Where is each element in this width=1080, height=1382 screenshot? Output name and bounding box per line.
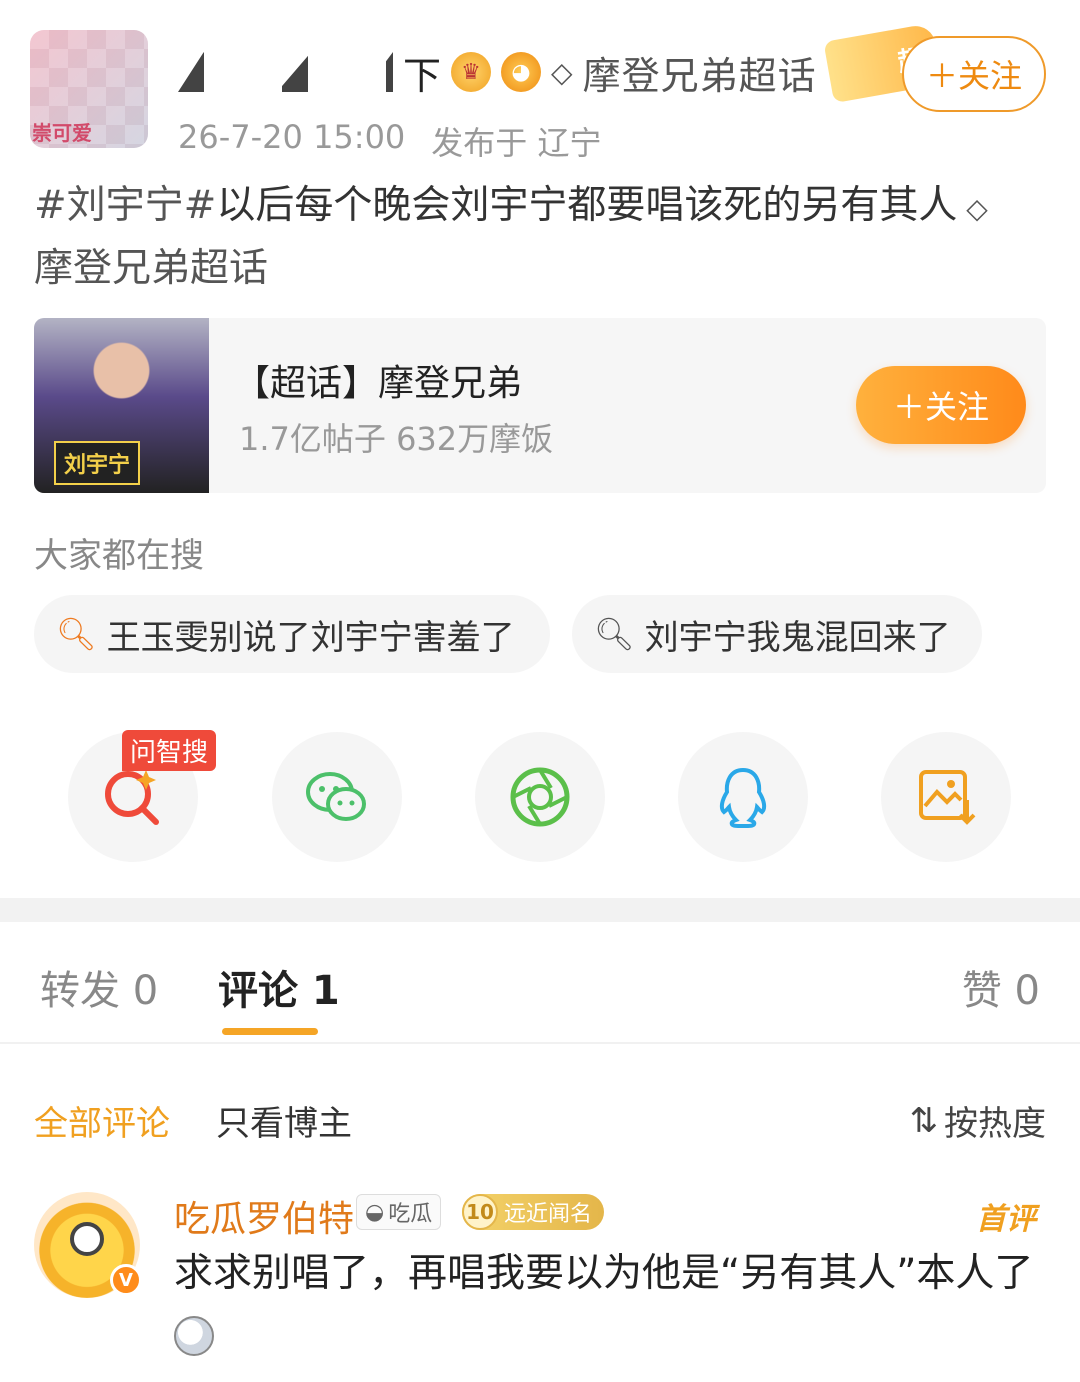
hot-search-icon: 🔍︎	[56, 615, 97, 653]
fan-level-number: 10	[462, 1194, 498, 1230]
section-divider	[0, 898, 1080, 922]
sort-label: 按热度	[944, 1104, 1046, 1144]
fan-level-label: 远近闻名	[504, 1202, 593, 1227]
share-qq-button[interactable]	[678, 732, 808, 862]
verified-badge-icon: V	[110, 1264, 142, 1296]
user-avatar[interactable]: 崇可爱	[30, 30, 148, 148]
tab-like[interactable]: 赞 0	[962, 958, 1040, 1016]
husky-emoji-icon	[174, 1315, 214, 1356]
qq-icon	[719, 767, 767, 828]
moments-icon	[510, 767, 570, 827]
commenter-avatar[interactable]: V	[34, 1192, 142, 1298]
follow-button[interactable]: ＋关注	[902, 36, 1046, 112]
post-body: #刘宇宁#以后每个晚会刘宇宁都要唱该死的另有其人 ◇ 摩登兄弟超话	[34, 176, 1046, 299]
post-time: 26-7-20 15:00	[178, 118, 406, 156]
super-topic-link[interactable]: 摩登兄弟超话	[583, 45, 817, 100]
tab-forward[interactable]: 转发 0	[40, 958, 158, 1016]
tab-divider	[0, 1042, 1080, 1044]
crown-badge-icon[interactable]: ♛	[451, 52, 492, 92]
username-text[interactable]: 下	[403, 45, 441, 100]
cover-stamp: 刘宇宁	[54, 441, 141, 485]
topic-card-stats: 1.7亿帖子 632万摩饭	[239, 420, 554, 458]
filter-all-comments[interactable]: 全部评论	[34, 1096, 170, 1145]
post-text: 以后每个晚会刘宇宁都要唱该死的另有其人	[216, 183, 958, 228]
share-moments-button[interactable]	[475, 732, 605, 862]
search-chip-label: 刘宇宁我鬼混回来了	[644, 617, 951, 658]
fish-badge-icon[interactable]: ◕	[501, 52, 542, 92]
topic-cover-image: 刘宇宁	[34, 318, 209, 493]
melon-icon: ◒	[365, 1199, 385, 1225]
share-wechat-button[interactable]	[272, 732, 402, 862]
search-chip[interactable]: 🔍︎ 刘宇宁我鬼混回来了	[572, 595, 982, 673]
blurred-username[interactable]	[178, 52, 393, 92]
search-icon: 🔍︎	[594, 615, 635, 653]
fan-level-badge[interactable]: 10 远近闻名	[462, 1194, 605, 1230]
topic-follow-button[interactable]: ＋关注	[856, 366, 1026, 444]
search-chip-label: 王玉雯别说了刘宇宁害羞了	[106, 617, 515, 658]
super-topic-card[interactable]: 刘宇宁 【超话】摩登兄弟 1.7亿帖子 632万摩饭 ＋关注	[34, 318, 1046, 493]
post-super-topic-link[interactable]: 摩登兄弟超话	[34, 246, 268, 291]
commenter-badge[interactable]: ◒ 吃瓜	[356, 1194, 442, 1230]
search-section-title: 大家都在搜	[34, 536, 204, 576]
wechat-icon	[306, 772, 366, 821]
save-image-icon	[919, 770, 976, 825]
commenter-name[interactable]: 吃瓜罗伯特	[174, 1190, 354, 1242]
tab-comment[interactable]: 评论 1	[218, 958, 340, 1016]
save-image-button[interactable]	[881, 732, 1011, 862]
topic-card-title: 【超话】摩登兄弟	[234, 363, 523, 404]
diamond-icon: ◇	[551, 55, 573, 89]
ai-search-badge: 问智搜	[122, 730, 217, 771]
first-comment-badge: 首评	[976, 1202, 1036, 1237]
search-chip[interactable]: 🔍︎ 王玉雯别说了刘宇宁害羞了	[34, 595, 550, 673]
avatar-tag: 崇可爱	[32, 121, 92, 145]
post-location: 发布于 辽宁	[431, 124, 602, 162]
username-row: 下 ♛ ◕ ◇ 摩登兄弟超话	[178, 40, 817, 104]
sort-button[interactable]: ⇅ 按热度	[910, 1096, 1047, 1145]
comment-text: 求求别唱了，再唱我要以为他是“另有其人”本人了	[174, 1244, 1044, 1364]
post-meta: 26-7-20 15:00 发布于 辽宁	[178, 118, 601, 164]
sort-icon: ⇅	[909, 1100, 939, 1141]
active-tab-indicator	[222, 1028, 318, 1035]
filter-owner-only[interactable]: 只看博主	[216, 1096, 352, 1145]
diamond-icon: ◇	[957, 192, 988, 225]
ai-search-icon	[105, 770, 159, 825]
hashtag-link[interactable]: #刘宇宁#	[34, 183, 216, 228]
